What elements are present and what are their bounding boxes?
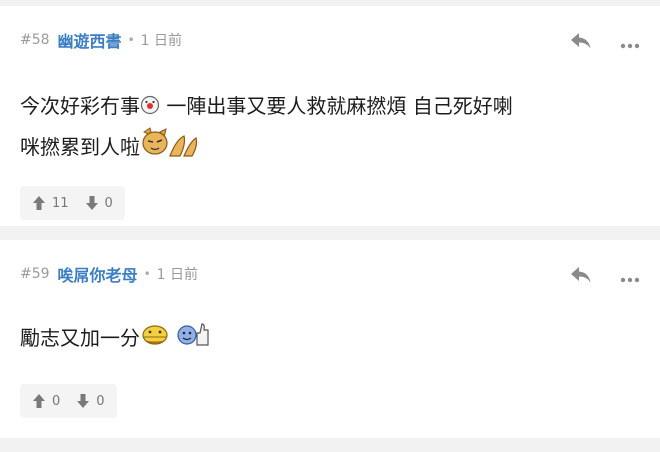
arrow-down-icon xyxy=(85,196,98,210)
content-text: 今次好彩冇事 xyxy=(20,94,140,118)
thumbs-up-emoji-icon xyxy=(176,321,210,358)
vote-bar: 0 0 xyxy=(20,384,117,418)
post-number: #59 xyxy=(20,266,50,282)
username-link[interactable]: 幽遊西書 xyxy=(58,28,122,52)
downvote-button[interactable]: 0 xyxy=(76,393,105,409)
post-meta: #59 唉屌你老母 • 1 日前 xyxy=(20,262,198,286)
post-separator xyxy=(0,438,660,452)
post-58: #58 幽遊西書 • 1 日前 今次好彩冇事 一陣出事又要人救就麻撚煩 自己死好… xyxy=(0,6,660,226)
post-separator xyxy=(0,226,660,240)
duck-emoji-icon xyxy=(140,321,170,358)
clown-emoji-icon xyxy=(140,90,160,126)
reply-icon[interactable] xyxy=(570,266,592,288)
post-time: 1 日前 xyxy=(156,267,198,283)
post-meta: #58 幽遊西書 • 1 日前 xyxy=(20,28,182,52)
downvote-count: 0 xyxy=(96,393,105,409)
meta-dot: • xyxy=(127,33,135,47)
upvote-button[interactable]: 0 xyxy=(32,393,60,409)
downvote-button[interactable]: 0 xyxy=(85,195,113,211)
post-59: #59 唉屌你老母 • 1 日前 勵志又加一分 0 0 xyxy=(0,240,660,438)
post-time: 1 日前 xyxy=(140,33,182,49)
arrow-up-icon xyxy=(33,394,45,408)
content-text: 勵志又加一分 xyxy=(20,326,140,350)
username-link[interactable]: 唉屌你老母 xyxy=(58,262,138,286)
post-actions xyxy=(570,32,640,54)
cat-emoji-icon xyxy=(140,126,200,171)
meta-dot: • xyxy=(143,267,151,281)
content-text: 咪撚累到人啦 xyxy=(20,134,140,159)
downvote-count: 0 xyxy=(104,195,113,211)
content-text: 一陣出事又要人救就麻撚煩 自己死好喇 xyxy=(160,94,513,118)
arrow-up-icon xyxy=(33,196,45,210)
more-icon[interactable] xyxy=(620,268,640,287)
post-number: #58 xyxy=(20,32,50,48)
reply-icon[interactable] xyxy=(570,32,592,54)
post-content: 勵志又加一分 xyxy=(20,320,642,358)
post-actions xyxy=(570,266,640,288)
arrow-down-icon xyxy=(77,394,90,408)
upvote-count: 11 xyxy=(52,195,69,211)
upvote-button[interactable]: 11 xyxy=(32,195,69,211)
post-content: 今次好彩冇事 一陣出事又要人救就麻撚煩 自己死好喇 咪撚累到人啦 xyxy=(20,88,642,171)
more-icon[interactable] xyxy=(620,34,640,53)
upvote-count: 0 xyxy=(52,393,61,409)
vote-bar: 11 0 xyxy=(20,186,125,220)
